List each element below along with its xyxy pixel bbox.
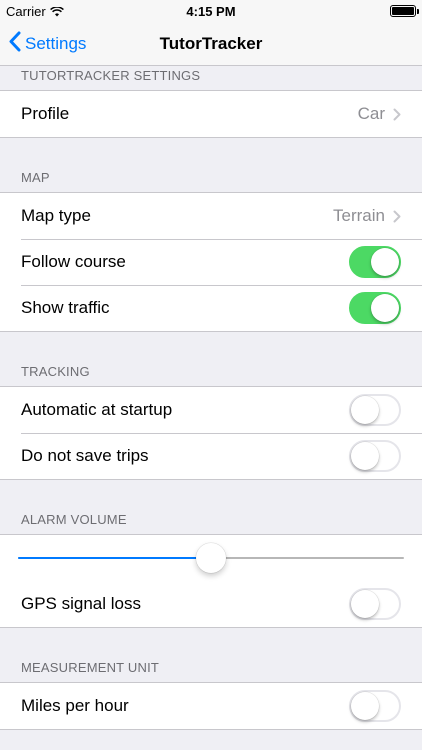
section-header-map: MAP xyxy=(21,170,50,185)
automatic-startup-switch[interactable] xyxy=(349,394,401,426)
chevron-right-icon xyxy=(393,210,401,223)
gps-signal-loss-switch[interactable] xyxy=(349,588,401,620)
profile-row[interactable]: Profile Car xyxy=(0,91,422,137)
section-header-alarm-volume: ALARM VOLUME xyxy=(21,512,127,527)
section-header-tracking: TRACKING xyxy=(21,364,90,379)
gps-signal-loss-label: GPS signal loss xyxy=(21,594,141,613)
volume-slider-thumb[interactable] xyxy=(196,543,226,573)
miles-per-hour-switch[interactable] xyxy=(349,690,401,722)
group-settings: Profile Car xyxy=(0,90,422,138)
do-not-save-trips-switch[interactable] xyxy=(349,440,401,472)
miles-per-hour-label: Miles per hour xyxy=(21,696,129,715)
miles-per-hour-row: Miles per hour xyxy=(0,683,422,729)
battery-icon xyxy=(390,5,419,17)
section-header-measurement-unit: MEASUREMENT UNIT xyxy=(21,660,160,675)
status-bar: Carrier 4:15 PM xyxy=(0,0,422,22)
profile-label: Profile xyxy=(21,104,70,123)
status-time: 4:15 PM xyxy=(186,4,236,19)
volume-slider-fill xyxy=(18,557,211,559)
map-type-value: Terrain xyxy=(333,206,385,225)
map-type-label: Map type xyxy=(21,206,91,225)
do-not-save-trips-label: Do not save trips xyxy=(21,446,149,465)
follow-course-label: Follow course xyxy=(21,252,126,271)
do-not-save-trips-row: Do not save trips xyxy=(0,433,422,479)
back-button-label: Settings xyxy=(25,34,87,53)
automatic-startup-row: Automatic at startup xyxy=(0,387,422,433)
switch-knob xyxy=(351,692,379,720)
group-units: Miles per hour xyxy=(0,682,422,730)
switch-knob xyxy=(371,294,399,322)
show-traffic-row: Show traffic xyxy=(0,285,422,331)
gps-signal-loss-row: GPS signal loss xyxy=(0,581,422,627)
show-traffic-label: Show traffic xyxy=(21,298,110,317)
settings-screen: Carrier 4:15 PM Settings TutorTracker TU… xyxy=(0,0,422,750)
show-traffic-switch[interactable] xyxy=(349,292,401,324)
profile-value: Car xyxy=(357,104,385,123)
chevron-left-icon xyxy=(8,31,21,57)
group-tracking: Automatic at startup Do not save trips xyxy=(0,386,422,480)
switch-knob xyxy=(351,396,379,424)
switch-knob xyxy=(351,442,379,470)
switch-knob xyxy=(351,590,379,618)
follow-course-switch[interactable] xyxy=(349,246,401,278)
section-header-settings: TUTORTRACKER SETTINGS xyxy=(21,68,201,83)
map-type-row[interactable]: Map type Terrain xyxy=(0,193,422,239)
alarm-volume-row xyxy=(0,535,422,581)
group-map: Map type Terrain Follow course Show traf… xyxy=(0,192,422,332)
follow-course-row: Follow course xyxy=(0,239,422,285)
chevron-right-icon xyxy=(393,108,401,121)
group-alarm: GPS signal loss xyxy=(0,534,422,628)
back-button[interactable]: Settings xyxy=(8,22,86,66)
navigation-bar: Settings TutorTracker xyxy=(0,22,422,66)
switch-knob xyxy=(371,248,399,276)
automatic-startup-label: Automatic at startup xyxy=(21,400,173,419)
